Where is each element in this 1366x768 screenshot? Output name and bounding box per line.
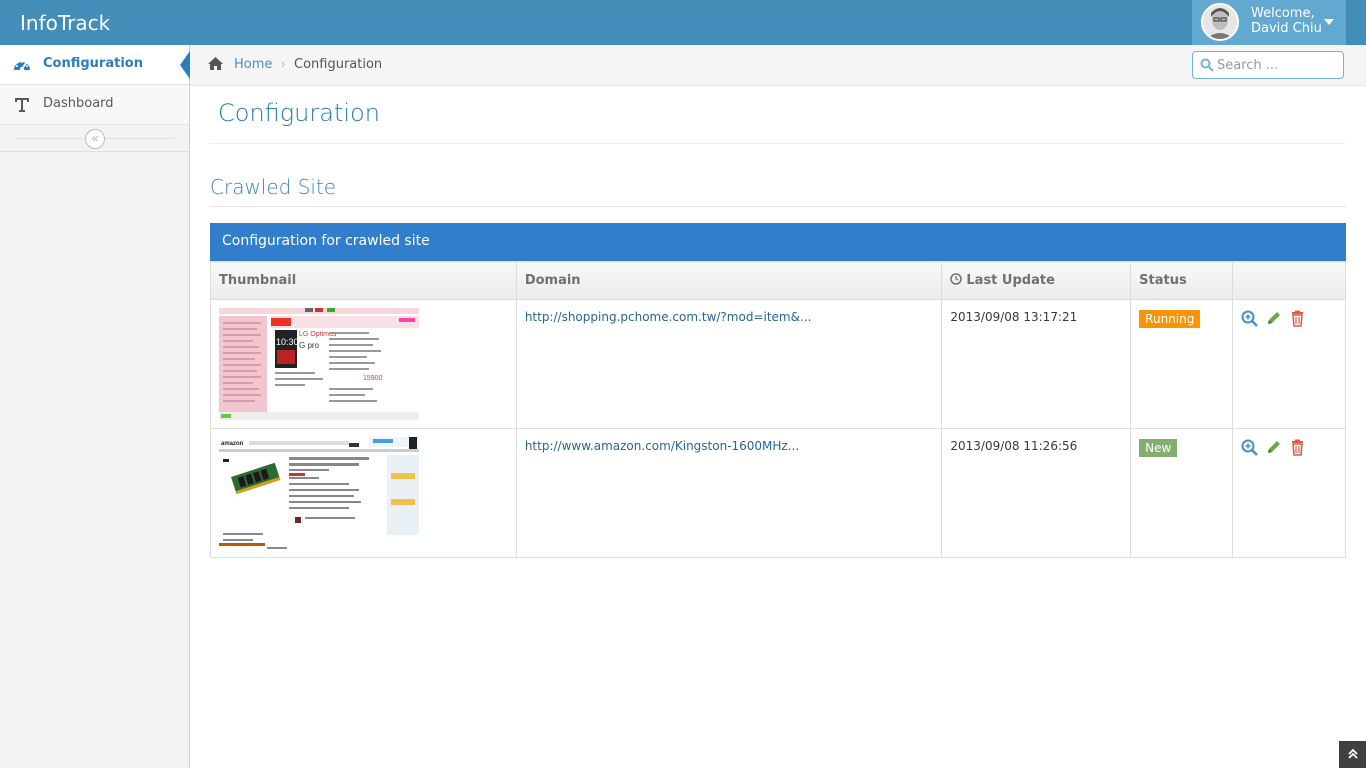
table-row: amazon http://www.amazon.com/Kingston-16… <box>210 428 1346 558</box>
zoom-in-icon[interactable] <box>1241 310 1258 327</box>
breadcrumb: Home › Configuration <box>190 45 1366 86</box>
sidebar: Configuration Dashboard « <box>0 45 190 768</box>
sidebar-item-dashboard[interactable]: Dashboard <box>0 85 189 125</box>
breadcrumb-current: Configuration <box>294 57 383 72</box>
column-header-label: Last Update <box>966 273 1055 288</box>
thumbnail-cell: 10:30 LG Optimus G pro 15900 <box>210 299 517 429</box>
search-box <box>1192 51 1344 79</box>
svg-text:G pro: G pro <box>299 341 320 350</box>
last-update-cell: 2013/09/08 13:17:21 <box>941 299 1132 429</box>
section-title: Crawled Site <box>210 175 337 199</box>
column-header-domain[interactable]: Domain <box>515 261 943 300</box>
trash-icon[interactable] <box>1289 310 1306 327</box>
double-angle-left-icon[interactable]: « <box>85 129 105 149</box>
tachometer-icon <box>12 56 32 74</box>
svg-text:10:30: 10:30 <box>276 337 299 347</box>
app-brand[interactable]: InfoTrack <box>20 11 110 35</box>
user-greeting: Welcome, David Chiu <box>1251 6 1322 36</box>
zoom-in-icon[interactable] <box>1241 439 1258 456</box>
sidebar-item-label: Dashboard <box>43 96 114 111</box>
column-header-status[interactable]: Status <box>1130 261 1234 300</box>
site-thumbnail[interactable]: 10:30 LG Optimus G pro 15900 <box>219 308 419 420</box>
svg-text:amazon: amazon <box>221 441 244 447</box>
last-update-cell: 2013/09/08 11:26:56 <box>941 428 1132 558</box>
column-header-thumbnail[interactable]: Thumbnail <box>210 261 517 300</box>
pencil-icon[interactable] <box>1265 310 1282 327</box>
column-header-actions <box>1232 261 1346 300</box>
actions-cell <box>1232 299 1346 429</box>
table-row: 10:30 LG Optimus G pro 15900 http://shop… <box>210 299 1346 429</box>
column-header-last-update[interactable]: Last Update <box>941 261 1132 300</box>
user-menu[interactable]: Welcome, David Chiu <box>1192 0 1346 45</box>
caret-down-icon <box>1324 19 1334 25</box>
search-icon <box>1200 58 1214 72</box>
user-name: David Chiu <box>1251 21 1322 36</box>
double-angle-up-icon <box>1347 748 1358 759</box>
domain-cell: http://www.amazon.com/Kingston-1600MHz..… <box>515 428 943 558</box>
status-cell: New <box>1130 428 1234 558</box>
sidebar-item-label: Configuration <box>43 56 143 71</box>
breadcrumb-separator: › <box>281 56 286 71</box>
active-indicator <box>180 51 190 79</box>
sidebar-item-configuration[interactable]: Configuration <box>0 45 190 85</box>
scroll-to-top-button[interactable] <box>1339 741 1366 768</box>
avatar <box>1201 3 1239 41</box>
pencil-icon[interactable] <box>1265 439 1282 456</box>
actions-cell <box>1232 428 1346 558</box>
breadcrumb-home-link[interactable]: Home <box>234 57 272 72</box>
home-icon <box>207 56 224 71</box>
section-divider <box>210 206 1346 207</box>
welcome-text: Welcome, <box>1251 6 1315 21</box>
thumbnail-cell: amazon <box>210 428 517 558</box>
table-header-row: Thumbnail Domain Last Update Status <box>210 261 1346 300</box>
trash-icon[interactable] <box>1289 439 1306 456</box>
clock-icon <box>950 273 963 285</box>
status-badge: New <box>1139 439 1178 457</box>
site-thumbnail[interactable]: amazon <box>219 437 419 551</box>
crawled-sites-table: Thumbnail Domain Last Update Status 10:3… <box>210 261 1346 558</box>
search-input[interactable] <box>1217 55 1337 75</box>
page-title: Configuration <box>218 99 380 127</box>
top-navbar: InfoTrack Welcome, David Chiu <box>0 0 1366 45</box>
domain-link[interactable]: http://www.amazon.com/Kingston-1600MHz..… <box>525 439 799 453</box>
sidebar-collapse-row: « <box>0 125 189 152</box>
status-badge: Running <box>1139 310 1201 328</box>
domain-cell: http://shopping.pchome.com.tw/?mod=item&… <box>515 299 943 429</box>
title-divider <box>210 143 1346 144</box>
svg-text:15900: 15900 <box>363 375 383 382</box>
table-header: Configuration for crawled site <box>210 223 1346 261</box>
text-icon <box>12 96 32 114</box>
status-cell: Running <box>1130 299 1234 429</box>
domain-link[interactable]: http://shopping.pchome.com.tw/?mod=item&… <box>525 310 812 324</box>
